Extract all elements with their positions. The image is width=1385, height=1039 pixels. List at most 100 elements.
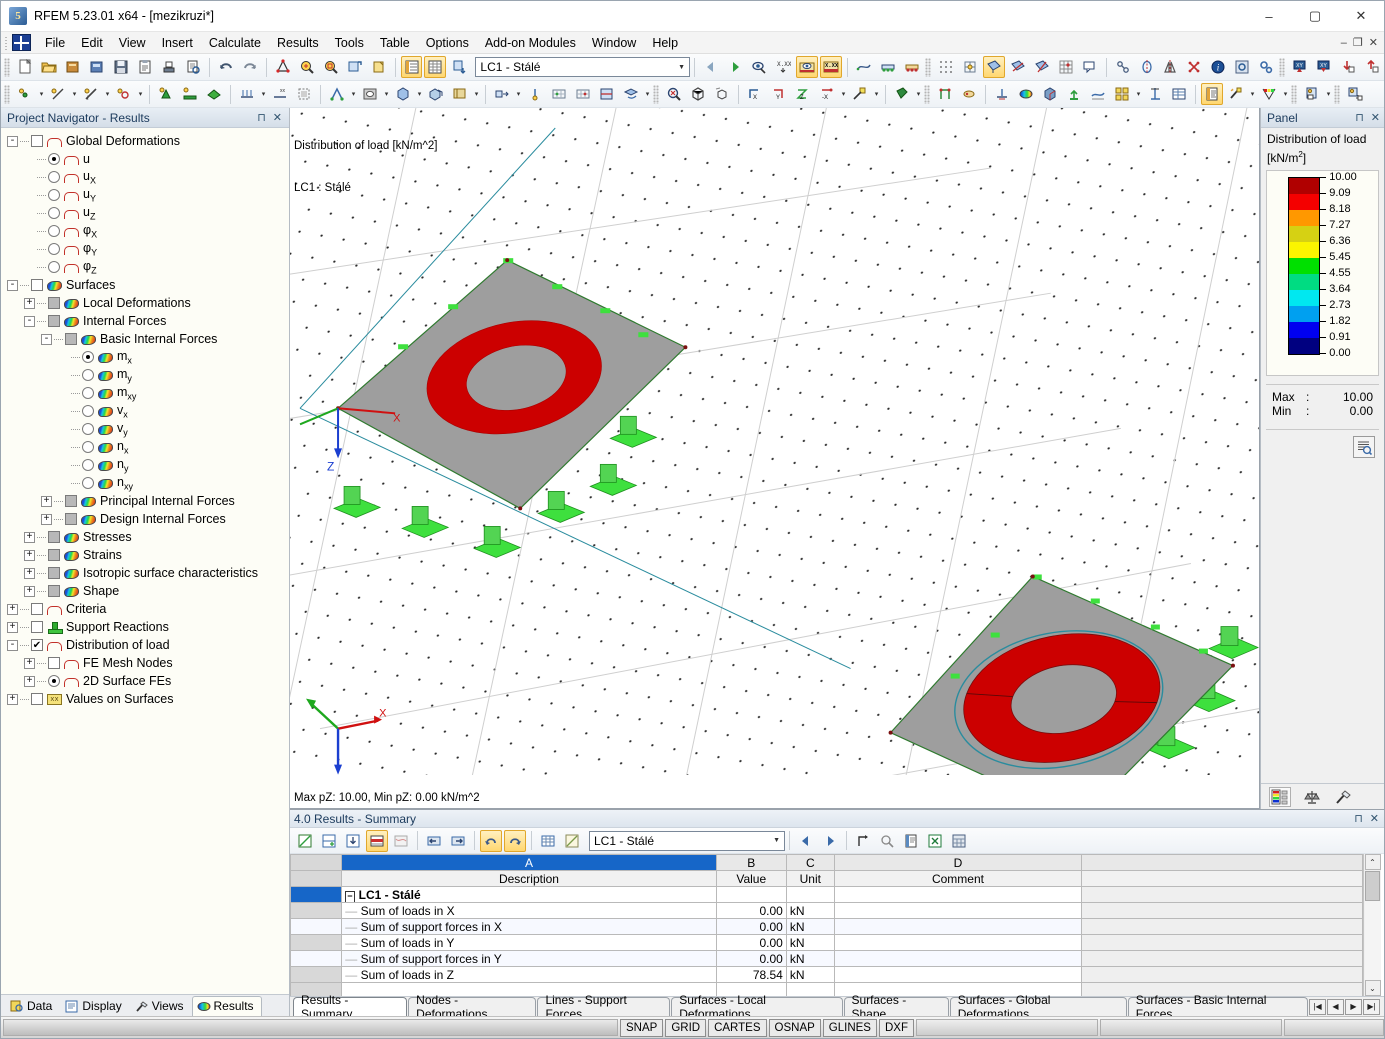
tree-item[interactable]: uY xyxy=(7,186,289,204)
navigator-tab-data[interactable]: Data xyxy=(5,996,60,1016)
view-x-icon[interactable]: X xyxy=(744,83,766,105)
toolbar2-grip-handle[interactable] xyxy=(4,84,10,104)
redo-icon[interactable] xyxy=(239,56,261,78)
table-excel-icon[interactable] xyxy=(924,830,946,852)
table-row[interactable]: — Sum of loads in Y 0.00 kN xyxy=(290,934,1363,951)
status-toggle-snap[interactable]: SNAP xyxy=(620,1018,664,1037)
maximize-button[interactable]: ▢ xyxy=(1292,1,1338,32)
grid-column-spare[interactable] xyxy=(1081,854,1363,871)
cell-description[interactable]: — Sum of loads in Z xyxy=(341,966,717,983)
scale-factor-tab[interactable] xyxy=(1301,787,1323,807)
support-symbol-icon[interactable] xyxy=(991,83,1013,105)
tree-item[interactable]: - Global Deformations xyxy=(7,132,289,150)
status-toggle-dxf[interactable]: DXF xyxy=(878,1018,914,1037)
tree-item[interactable]: - Internal Forces xyxy=(7,312,289,330)
tree-radio-button[interactable] xyxy=(82,405,94,417)
open-file-icon[interactable] xyxy=(38,56,60,78)
table-tab-surfaces-global-def[interactable]: Surfaces - Global Deformations xyxy=(949,993,1127,1021)
tree-item[interactable]: u xyxy=(7,150,289,168)
table-tab-nodes-deformations[interactable]: Nodes - Deformations xyxy=(408,993,537,1021)
tree-item[interactable]: φY xyxy=(7,240,289,258)
tree-checkbox[interactable]: ✔ xyxy=(31,639,43,651)
graphics-print-dropdown[interactable]: ▾ xyxy=(1248,83,1257,105)
load-case-selector[interactable]: LC1 - Stálé ▼ xyxy=(475,57,691,77)
menu-item-help[interactable]: Help xyxy=(644,34,686,52)
results-grid-wrapper[interactable]: A B C D Description Value Unit Comment − LC1 - St… xyxy=(290,854,1384,996)
table-import-icon[interactable] xyxy=(342,830,364,852)
tree-item[interactable]: + Design Internal Forces xyxy=(7,510,289,528)
tree-item[interactable]: + Isotropic surface characteristics xyxy=(7,564,289,582)
navigator-pin-icon[interactable]: ⊓ xyxy=(257,111,266,124)
table-filter-icon[interactable] xyxy=(390,830,412,852)
tree-checkbox[interactable] xyxy=(65,333,77,345)
collapse-icon[interactable]: - xyxy=(41,333,52,345)
mesh-refinement-icon[interactable] xyxy=(548,83,570,105)
perspective-icon[interactable] xyxy=(849,83,871,105)
support-reaction-icon[interactable] xyxy=(1063,83,1085,105)
grid-column-letter[interactable]: D xyxy=(833,854,1083,871)
new-line-icon[interactable] xyxy=(47,83,69,105)
surface-release-icon[interactable] xyxy=(572,83,594,105)
toolbar2-grip-handle-4[interactable] xyxy=(1291,84,1297,104)
row-header-cell[interactable] xyxy=(290,918,343,935)
new-member-icon[interactable]: I xyxy=(80,83,102,105)
mirror-rotate-icon[interactable] xyxy=(1136,56,1158,78)
menu-item-tools[interactable]: Tools xyxy=(327,34,372,52)
tree-item[interactable]: + xx Values on Surfaces xyxy=(7,690,289,708)
tree-radio-button[interactable] xyxy=(48,153,60,165)
prev-loadcase-icon[interactable] xyxy=(700,56,722,78)
tree-radio-button[interactable] xyxy=(48,225,60,237)
tree-checkbox[interactable] xyxy=(48,315,60,327)
tree-radio-button[interactable] xyxy=(82,477,94,489)
status-toggle-glines[interactable]: GLINES xyxy=(822,1018,877,1037)
menu-item-calculate[interactable]: Calculate xyxy=(201,34,269,52)
copy-move-icon[interactable] xyxy=(491,83,513,105)
view-z-icon[interactable]: Z xyxy=(792,83,814,105)
results-tree[interactable]: - Global Deformations u uX uY uZ φX φY φZ - Surfac… xyxy=(1,128,289,994)
line-hinge-icon[interactable] xyxy=(934,83,956,105)
table-tab-results-summary[interactable]: Results - Summary xyxy=(293,993,408,1021)
undo-icon[interactable] xyxy=(215,56,237,78)
panel-pin-icon[interactable]: ⊓ xyxy=(1355,111,1364,124)
tree-checkbox[interactable] xyxy=(65,513,77,525)
new-set-of-members-icon[interactable] xyxy=(326,83,348,105)
tree-item[interactable]: my xyxy=(7,366,289,384)
menu-item-insert[interactable]: Insert xyxy=(154,34,201,52)
color-scale-tab[interactable] xyxy=(1269,786,1291,807)
cell-comment[interactable] xyxy=(833,902,1083,919)
new-member-dropdown[interactable]: ▾ xyxy=(103,83,112,105)
display-properties-icon[interactable] xyxy=(1344,83,1366,105)
minimize-button[interactable]: – xyxy=(1246,1,1292,32)
printout-report-icon[interactable] xyxy=(1201,83,1223,105)
tree-radio-button[interactable] xyxy=(82,351,94,363)
status-toggle-cartes[interactable]: CARTES xyxy=(708,1018,767,1037)
table-tab-surfaces-internal[interactable]: Surfaces - Basic Internal Forces xyxy=(1127,993,1308,1021)
tree-radio-button[interactable] xyxy=(48,189,60,201)
tree-radio-button[interactable] xyxy=(82,441,94,453)
show-grid-table-icon[interactable] xyxy=(424,56,447,78)
tree-item[interactable]: vx xyxy=(7,402,289,420)
new-opening-icon[interactable] xyxy=(359,83,381,105)
open-recent-icon[interactable] xyxy=(62,56,84,78)
table-view-icon[interactable] xyxy=(537,830,559,852)
toolbar2-grip-handle-5[interactable] xyxy=(1334,84,1340,104)
table-load-case-selector[interactable]: LC1 - Stálé ▼ xyxy=(589,830,785,851)
table-settings-icon[interactable] xyxy=(561,830,583,852)
cell-value[interactable]: 0.00 xyxy=(715,950,787,967)
collapse-icon[interactable]: - xyxy=(24,315,35,327)
toolbar-grip-handle[interactable] xyxy=(4,57,10,77)
mdi-minimize-button[interactable]: – xyxy=(1341,37,1347,49)
windows-tile-icon[interactable] xyxy=(1111,83,1133,105)
row-header-cell[interactable] xyxy=(290,886,343,903)
tree-checkbox[interactable] xyxy=(31,135,43,147)
tree-radio-button[interactable] xyxy=(48,243,60,255)
dimension-icon[interactable] xyxy=(1112,56,1134,78)
delete-selection-icon[interactable] xyxy=(1183,56,1205,78)
table-selection-icon[interactable] xyxy=(366,829,388,852)
fe-mesh-icon[interactable] xyxy=(959,56,981,78)
tree-checkbox[interactable] xyxy=(48,657,60,669)
row-header-cell[interactable] xyxy=(290,902,343,919)
rotate-object-icon[interactable] xyxy=(620,83,642,105)
collapse-icon[interactable]: - xyxy=(7,135,18,147)
new-opening-dropdown[interactable]: ▾ xyxy=(382,83,391,105)
